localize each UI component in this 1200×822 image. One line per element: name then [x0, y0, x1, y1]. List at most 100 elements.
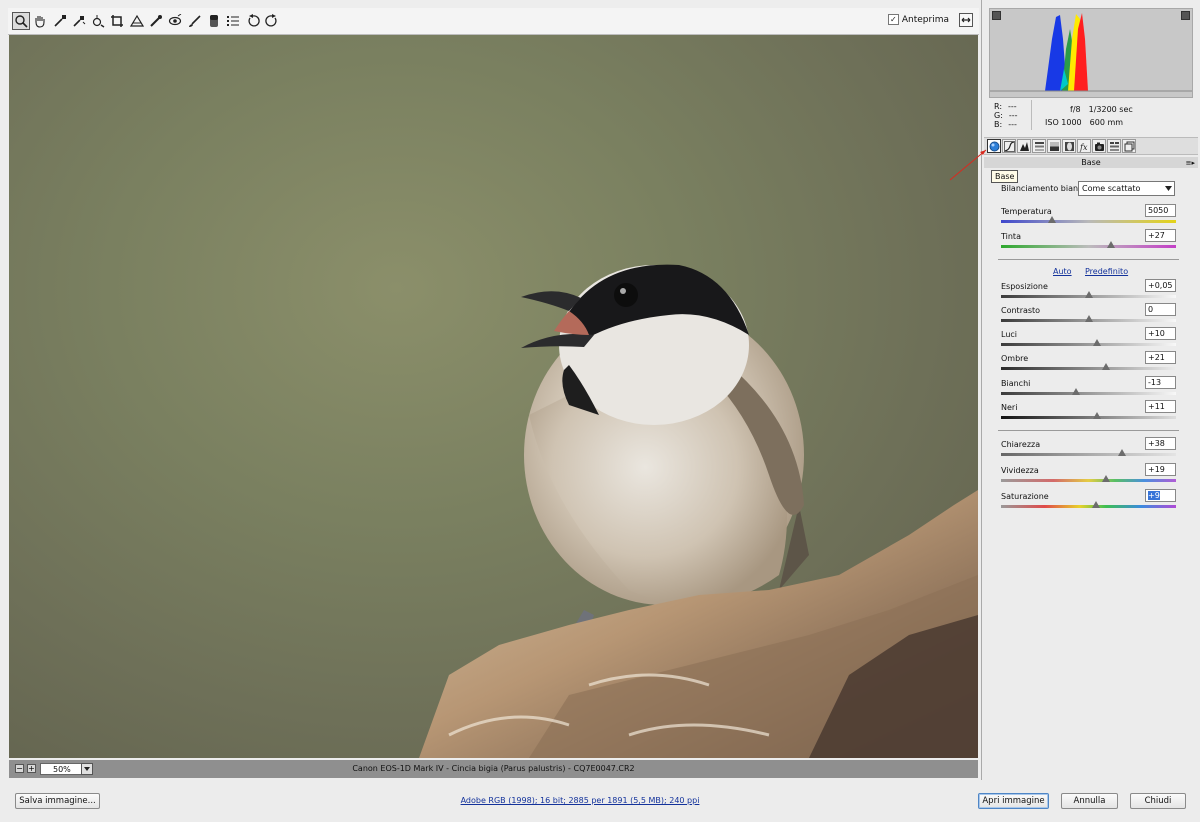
tab-basic[interactable]	[987, 139, 1001, 153]
tab-hsl[interactable]	[1032, 139, 1046, 153]
iso-value: ISO 1000	[1045, 118, 1082, 127]
luci-value-field[interactable]: +10	[1145, 327, 1176, 340]
ombre-thumb[interactable]	[1102, 363, 1110, 370]
tab-detail[interactable]	[1017, 139, 1031, 153]
section-title: Base	[1081, 158, 1101, 167]
basic-tab-icon	[989, 141, 999, 151]
white-balance-select[interactable]: Come scattato	[1078, 181, 1175, 196]
contrasto-thumb[interactable]	[1085, 315, 1093, 322]
close-button[interactable]: Chiudi	[1130, 793, 1186, 809]
crop-tool-icon[interactable]	[108, 12, 126, 30]
readout-divider	[1031, 100, 1032, 130]
saturazione-value-field[interactable]: +9	[1145, 489, 1176, 502]
shadow-clipping-icon[interactable]	[992, 11, 1001, 20]
bianchi-thumb[interactable]	[1072, 388, 1080, 395]
rotate-left-icon[interactable]	[244, 12, 262, 30]
status-bar: − + 50% Canon EOS-1D Mark IV - Cincia bi…	[9, 760, 978, 778]
default-link[interactable]: Predefinito	[1085, 267, 1128, 276]
panel-menu-icon[interactable]: ≡▸	[1186, 158, 1195, 169]
open-image-button[interactable]: Apri immagine	[978, 793, 1049, 809]
graduated-filter-icon[interactable]	[205, 12, 223, 30]
targeted-adjustment-tool-icon[interactable]	[89, 12, 107, 30]
image-preview[interactable]	[9, 35, 978, 758]
temperatura-label: Temperatura	[1001, 207, 1052, 216]
slider-saturazione: Saturazione +9	[1001, 489, 1176, 516]
chiarezza-label: Chiarezza	[1001, 440, 1041, 449]
highlight-clipping-icon[interactable]	[1181, 11, 1190, 20]
tone-curve-icon	[1003, 140, 1015, 152]
tooltip: Base	[991, 170, 1019, 183]
ombre-value-field[interactable]: +21	[1145, 351, 1176, 364]
contrasto-value-field[interactable]: 0	[1145, 303, 1176, 316]
temperatura-thumb[interactable]	[1048, 216, 1056, 223]
zoom-tool-icon[interactable]	[12, 12, 30, 30]
hand-tool-icon[interactable]	[31, 12, 49, 30]
adjustment-brush-icon[interactable]	[186, 12, 204, 30]
ombre-track[interactable]	[1001, 367, 1176, 370]
chiarezza-track[interactable]	[1001, 453, 1176, 456]
histogram-graph	[990, 13, 1192, 92]
preview-toggle[interactable]: ✓ Anteprima	[887, 14, 949, 25]
color-sampler-tool-icon[interactable]	[70, 12, 88, 30]
red-eye-removal-tool-icon[interactable]	[166, 12, 184, 30]
workflow-options-text: Adobe RGB (1998); 16 bit; 2885 per 1891 …	[460, 796, 700, 805]
tab-camera-calibration[interactable]	[1092, 139, 1106, 153]
tinta-thumb[interactable]	[1107, 241, 1115, 248]
cancel-button[interactable]: Annulla	[1061, 793, 1118, 809]
white-balance-tool-icon[interactable]	[51, 12, 69, 30]
luci-track[interactable]	[1001, 343, 1176, 346]
section-divider	[998, 259, 1179, 260]
tinta-value-field[interactable]: +27	[1145, 229, 1176, 242]
tab-split-toning[interactable]	[1047, 139, 1061, 153]
neri-track[interactable]	[1001, 416, 1176, 419]
saturazione-thumb[interactable]	[1092, 501, 1100, 508]
fullscreen-toggle-icon[interactable]	[959, 13, 973, 27]
vividezza-thumb[interactable]	[1102, 475, 1110, 482]
saturazione-track[interactable]	[1001, 505, 1176, 508]
adjustment-panel: R: --- G: --- B: --- f/8 1/3200 sec ISO 100…	[981, 0, 1200, 780]
tool-strip	[12, 12, 282, 30]
b-label: B:	[994, 120, 1003, 129]
esposizione-value-field[interactable]: +0,05	[1145, 279, 1176, 292]
neri-thumb[interactable]	[1093, 412, 1101, 419]
slider-neri: Neri +11	[1001, 400, 1176, 427]
tab-presets[interactable]	[1107, 139, 1121, 153]
contrasto-label: Contrasto	[1001, 306, 1041, 315]
bianchi-track[interactable]	[1001, 392, 1176, 395]
chiarezza-value-field[interactable]: +38	[1145, 437, 1176, 450]
g-value: ---	[1008, 111, 1018, 120]
vividezza-track[interactable]	[1001, 479, 1176, 482]
tab-lens-corrections[interactable]	[1062, 139, 1076, 153]
tinta-track[interactable]	[1001, 245, 1176, 248]
neri-value-field[interactable]: +11	[1145, 400, 1176, 413]
esposizione-thumb[interactable]	[1085, 291, 1093, 298]
ombre-label: Ombre	[1001, 354, 1029, 363]
temperatura-value-field[interactable]: 5050	[1145, 204, 1176, 217]
straighten-tool-icon[interactable]	[128, 12, 146, 30]
effects-fx-icon: fx	[1079, 143, 1088, 152]
preview-checkbox[interactable]: ✓	[887, 14, 899, 25]
luci-label: Luci	[1001, 330, 1018, 339]
tab-tone-curve[interactable]	[1002, 139, 1016, 153]
tab-effects[interactable]: fx	[1077, 139, 1091, 153]
slider-vividezza: Vividezza +19	[1001, 463, 1176, 490]
vividezza-value-field[interactable]: +19	[1145, 463, 1176, 476]
focal-length-value: 600 mm	[1089, 118, 1124, 127]
neri-label: Neri	[1001, 403, 1018, 412]
g-label: G:	[994, 111, 1003, 120]
slider-temperatura: Temperatura 5050	[1001, 204, 1176, 231]
auto-link[interactable]: Auto	[1053, 267, 1072, 276]
spot-removal-tool-icon[interactable]	[147, 12, 165, 30]
histogram	[989, 8, 1193, 98]
rotate-right-icon[interactable]	[263, 12, 281, 30]
tab-snapshots[interactable]	[1122, 139, 1136, 153]
preview-label: Anteprima	[901, 14, 949, 25]
bianchi-value-field[interactable]: -13	[1145, 376, 1176, 389]
temperatura-track[interactable]	[1001, 220, 1176, 223]
preferences-icon[interactable]	[224, 12, 242, 30]
presets-icon	[1109, 141, 1119, 151]
detail-icon	[1019, 141, 1029, 151]
luci-thumb[interactable]	[1093, 339, 1101, 346]
chiarezza-thumb[interactable]	[1118, 449, 1126, 456]
camera-calibration-icon	[1094, 142, 1104, 151]
